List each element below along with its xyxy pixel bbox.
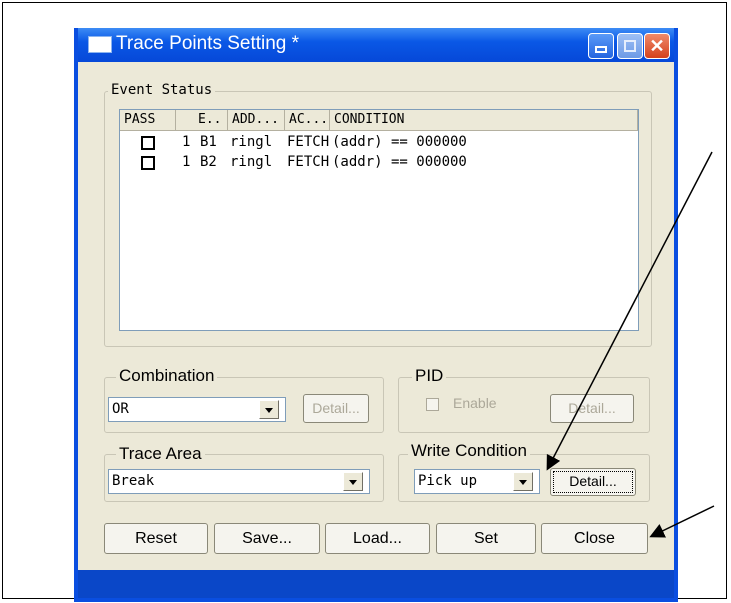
annotation-arrow <box>649 505 715 538</box>
annotation-arrow <box>546 151 713 471</box>
annotation-arrows <box>546 151 715 538</box>
